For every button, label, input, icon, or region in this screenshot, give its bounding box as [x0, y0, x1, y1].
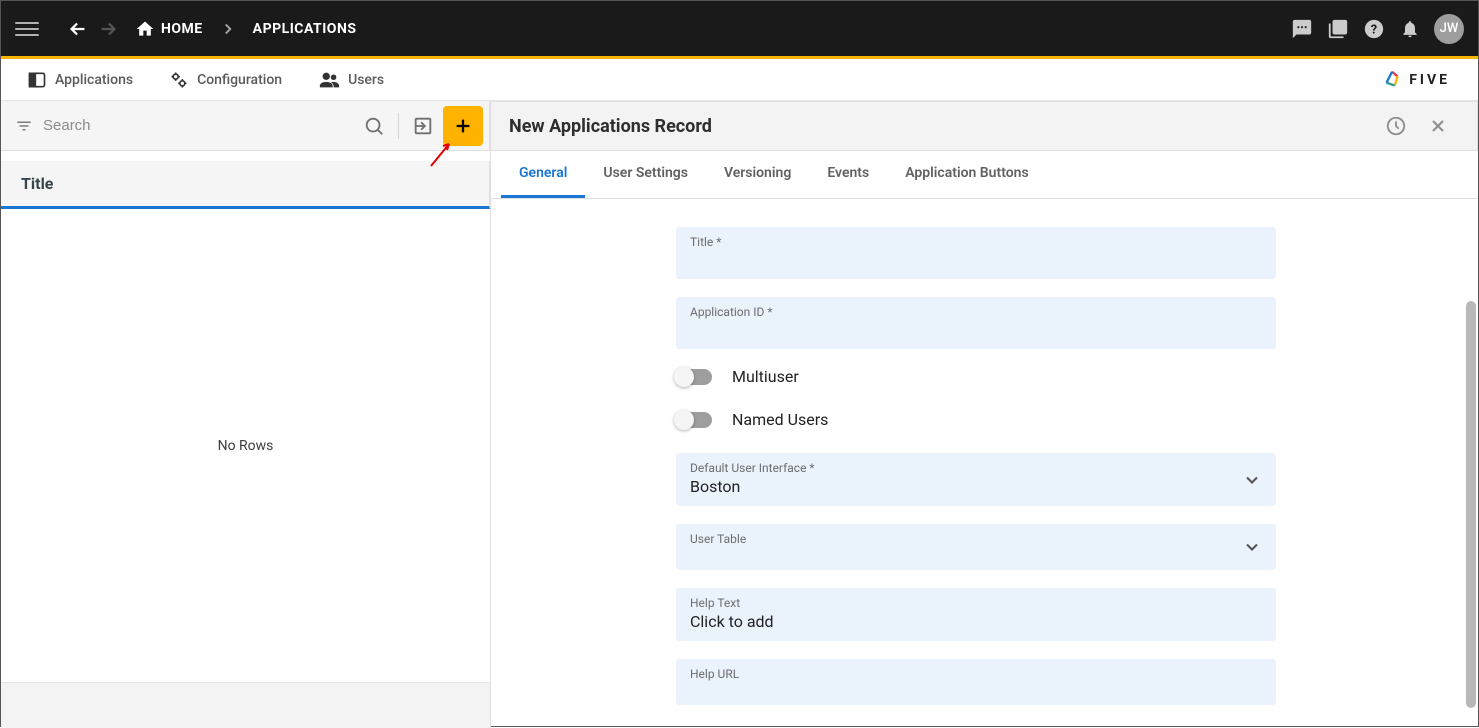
tab-general[interactable]: General [501, 151, 585, 198]
sidebar-search [1, 101, 490, 151]
brand-logo: FIVE [1381, 69, 1470, 91]
help-url-label: Help URL [690, 667, 1262, 681]
history-icon[interactable] [1375, 105, 1417, 147]
subnav-users-label: Users [348, 72, 384, 88]
chat-icon[interactable] [1284, 11, 1320, 47]
bell-icon[interactable] [1392, 11, 1428, 47]
close-icon[interactable] [1417, 105, 1459, 147]
default-ui-label: Default User Interface * [690, 461, 1262, 475]
tab-application-buttons-label: Application Buttons [905, 165, 1028, 181]
brand-label: FIVE [1409, 72, 1450, 88]
breadcrumb: HOME APPLICATIONS [135, 19, 356, 39]
library-icon[interactable] [1320, 11, 1356, 47]
title-label: Title * [690, 235, 1262, 249]
application-id-label: Application ID * [690, 305, 1262, 319]
sidebar: Title No Rows [1, 101, 491, 728]
form-area: Title * Application ID * Multiuser Named… [491, 199, 1478, 728]
named-users-toggle[interactable] [676, 412, 712, 428]
main-area: Title No Rows New Applications Record Ge… [1, 101, 1478, 728]
back-button[interactable] [63, 14, 93, 44]
user-table-field[interactable]: User Table [676, 524, 1276, 570]
default-ui-value: Boston [690, 477, 740, 496]
title-field[interactable]: Title * [676, 227, 1276, 279]
subnav-configuration[interactable]: Configuration [151, 59, 300, 100]
help-url-field[interactable]: Help URL [676, 659, 1276, 705]
record-header: New Applications Record [491, 101, 1478, 151]
breadcrumb-current-label[interactable]: APPLICATIONS [253, 21, 357, 37]
chevron-down-icon [1242, 470, 1262, 490]
application-id-field[interactable]: Application ID * [676, 297, 1276, 349]
multiuser-label: Multiuser [732, 367, 799, 386]
subnav-applications-label: Applications [55, 72, 133, 88]
avatar[interactable]: JW [1434, 14, 1464, 44]
sub-nav: Applications Configuration Users FIVE [1, 59, 1478, 101]
named-users-label: Named Users [732, 410, 828, 429]
subnav-applications[interactable]: Applications [9, 59, 151, 100]
tab-events-label: Events [827, 165, 869, 181]
tab-versioning[interactable]: Versioning [706, 151, 809, 198]
help-text-field[interactable]: Help Text Click to add [676, 588, 1276, 641]
subnav-configuration-label: Configuration [197, 72, 282, 88]
user-table-label: User Table [690, 532, 1262, 546]
help-icon[interactable]: ? [1356, 11, 1392, 47]
empty-state: No Rows [1, 209, 490, 682]
tab-general-label: General [519, 165, 567, 181]
search-icon[interactable] [354, 115, 394, 137]
default-ui-field[interactable]: Default User Interface * Boston [676, 453, 1276, 506]
svg-text:?: ? [1371, 22, 1377, 37]
chevron-down-icon [1242, 537, 1262, 557]
tabs: General User Settings Versioning Events … [491, 151, 1478, 199]
search-input[interactable] [43, 117, 354, 134]
tab-versioning-label: Versioning [724, 165, 791, 181]
multiuser-row: Multiuser [676, 367, 1276, 386]
breadcrumb-home-label: HOME [161, 21, 203, 37]
import-icon[interactable] [403, 115, 443, 137]
divider [398, 113, 399, 139]
content: New Applications Record General User Set… [491, 101, 1478, 728]
record-title: New Applications Record [509, 116, 712, 137]
tab-user-settings[interactable]: User Settings [585, 151, 706, 198]
scrollbar[interactable] [1466, 301, 1476, 708]
top-bar: HOME APPLICATIONS ? JW [1, 1, 1478, 56]
column-header-label: Title [21, 174, 53, 193]
tab-user-settings-label: User Settings [603, 165, 688, 181]
sidebar-footer [1, 682, 490, 728]
multiuser-toggle[interactable] [676, 369, 712, 385]
column-header-title[interactable]: Title [1, 161, 490, 209]
empty-state-label: No Rows [218, 438, 274, 454]
help-text-value: Click to add [690, 612, 774, 631]
add-button[interactable] [443, 106, 483, 146]
tab-application-buttons[interactable]: Application Buttons [887, 151, 1046, 198]
named-users-row: Named Users [676, 410, 1276, 429]
filter-icon[interactable] [15, 117, 33, 135]
chevron-right-icon [219, 20, 237, 38]
help-text-label: Help Text [690, 596, 1262, 610]
home-icon[interactable]: HOME [135, 19, 203, 39]
subnav-users[interactable]: Users [300, 59, 402, 100]
avatar-initials: JW [1440, 21, 1459, 36]
menu-icon[interactable] [15, 17, 39, 41]
tab-events[interactable]: Events [809, 151, 887, 198]
forward-button [93, 14, 123, 44]
